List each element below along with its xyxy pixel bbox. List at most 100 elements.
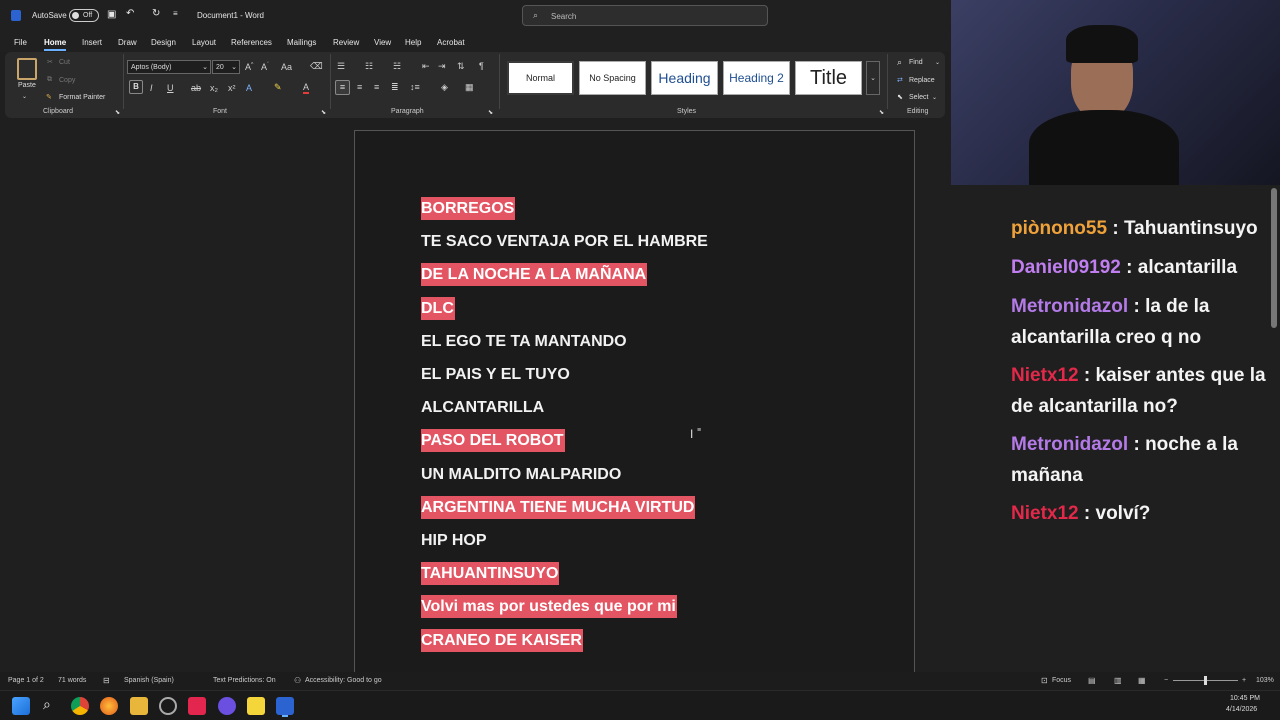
- obs-icon[interactable]: [159, 697, 177, 715]
- chat-username[interactable]: Metronidazol: [1011, 434, 1128, 455]
- clipboard-launcher-icon[interactable]: ⬊: [115, 109, 120, 116]
- tab-file[interactable]: File: [14, 38, 27, 47]
- document-line[interactable]: TE SACO VENTAJA POR EL HAMBRE: [421, 230, 708, 253]
- read-mode-icon[interactable]: ▤: [1088, 676, 1096, 685]
- document-line[interactable]: EL PAIS Y EL TUYO: [421, 363, 570, 386]
- borders-icon[interactable]: ▦: [465, 82, 474, 93]
- change-case-icon[interactable]: Aa: [281, 62, 292, 72]
- underline-button[interactable]: U: [167, 83, 174, 93]
- select-icon[interactable]: ⬉: [897, 93, 903, 101]
- document-line[interactable]: CRANEO DE KAISER: [421, 628, 583, 652]
- replace-icon[interactable]: ⇄: [897, 76, 903, 84]
- font-color-icon[interactable]: A: [303, 83, 310, 94]
- justify-icon[interactable]: ≣: [391, 82, 399, 93]
- format-painter-button[interactable]: Format Painter: [59, 94, 105, 101]
- clock-date[interactable]: 4/14/2026: [1226, 706, 1257, 713]
- document-line[interactable]: HIP HOP: [421, 529, 487, 552]
- highlight-color-icon[interactable]: ✎: [274, 82, 282, 93]
- language[interactable]: Spanish (Spain): [124, 677, 174, 684]
- undo-icon[interactable]: ↶: [126, 8, 134, 19]
- windows-start-icon[interactable]: [12, 697, 30, 715]
- firefox-icon[interactable]: [100, 697, 118, 715]
- decrease-indent-icon[interactable]: ⇤: [422, 61, 430, 72]
- customize-qat-icon[interactable]: ≡: [173, 9, 178, 18]
- tab-view[interactable]: View: [374, 38, 391, 47]
- style-heading-2[interactable]: Heading 2: [723, 61, 790, 95]
- document-line[interactable]: Volvi mas por ustedes que por mi: [421, 595, 677, 619]
- cut-button[interactable]: Cut: [59, 59, 70, 66]
- bullets-icon[interactable]: ☰: [337, 61, 345, 72]
- focus-button[interactable]: Focus: [1052, 677, 1071, 684]
- paste-button[interactable]: Paste: [18, 82, 36, 89]
- tab-draw[interactable]: Draw: [118, 38, 137, 47]
- pilcrow-icon[interactable]: ¶: [479, 61, 484, 71]
- format-painter-icon[interactable]: ✎: [46, 93, 52, 101]
- zoom-level[interactable]: 103%: [1256, 677, 1274, 684]
- numbering-icon[interactable]: ☷: [365, 61, 373, 72]
- document-line[interactable]: ARGENTINA TIENE MUCHA VIRTUD: [421, 495, 696, 519]
- italic-button[interactable]: I: [150, 83, 153, 93]
- document-line[interactable]: DE LA NOCHE A LA MAÑANA: [421, 263, 648, 287]
- document-line[interactable]: TAHUANTINSUYO: [421, 562, 560, 586]
- font-name-combo[interactable]: Aptos (Body) ⌄: [127, 60, 211, 74]
- proofing-icon[interactable]: ⊟: [103, 676, 110, 685]
- tab-acrobat[interactable]: Acrobat: [437, 38, 465, 47]
- text-effects-icon[interactable]: A: [246, 83, 252, 93]
- document-line[interactable]: UN MALDITO MALPARIDO: [421, 463, 621, 486]
- tab-help[interactable]: Help: [405, 38, 421, 47]
- chat-scrollbar[interactable]: [1271, 188, 1277, 328]
- paragraph-launcher-icon[interactable]: ⬊: [488, 109, 493, 116]
- sort-icon[interactable]: ⇅: [457, 61, 465, 72]
- tab-mailings[interactable]: Mailings: [287, 38, 316, 47]
- tab-review[interactable]: Review: [333, 38, 359, 47]
- find-icon[interactable]: ⌕: [897, 57, 902, 68]
- redo-icon[interactable]: ↻: [152, 8, 160, 19]
- find-dropdown-icon[interactable]: ⌄: [935, 59, 940, 66]
- style-heading-1[interactable]: Heading: [651, 61, 718, 95]
- increase-indent-icon[interactable]: ⇥: [438, 61, 446, 72]
- capcut-icon[interactable]: [188, 697, 206, 715]
- copy-icon[interactable]: ⧉: [47, 76, 52, 84]
- subscript-button[interactable]: x₂: [210, 83, 218, 93]
- select-dropdown-icon[interactable]: ⌄: [932, 94, 937, 101]
- style-normal[interactable]: Normal: [507, 61, 574, 95]
- chat-username[interactable]: piònono55: [1011, 218, 1107, 239]
- strikethrough-button[interactable]: ab: [191, 83, 201, 93]
- web-layout-icon[interactable]: ▦: [1138, 676, 1146, 685]
- save-icon[interactable]: ▣: [107, 9, 116, 20]
- select-button[interactable]: Select: [909, 94, 928, 101]
- align-right-icon[interactable]: ≡: [374, 82, 379, 92]
- multilevel-list-icon[interactable]: ☵: [393, 61, 401, 72]
- superscript-button[interactable]: x²: [228, 83, 236, 93]
- search-box[interactable]: ⌕ Search: [522, 5, 768, 26]
- bold-button[interactable]: B: [129, 80, 143, 94]
- clear-formatting-icon[interactable]: ⌫: [310, 61, 323, 72]
- chat-username[interactable]: Nietx12: [1011, 503, 1079, 524]
- chat-username[interactable]: Metronidazol: [1011, 296, 1128, 317]
- accessibility-icon[interactable]: ⚇: [294, 676, 301, 685]
- accessibility-status[interactable]: Accessibility: Good to go: [305, 677, 382, 684]
- autosave-toggle[interactable]: Off: [69, 9, 99, 22]
- word-count[interactable]: 71 words: [58, 677, 86, 684]
- style-no-spacing[interactable]: No Spacing: [579, 61, 646, 95]
- tab-references[interactable]: References: [231, 38, 272, 47]
- chat-username[interactable]: Daniel09192: [1011, 257, 1121, 278]
- paste-dropdown-icon[interactable]: ⌄: [22, 93, 27, 100]
- grow-font-icon[interactable]: A^: [245, 62, 253, 72]
- styles-more-button[interactable]: ⌄: [866, 61, 880, 95]
- search-icon[interactable]: ⌕: [43, 696, 51, 713]
- align-center-icon[interactable]: ≡: [357, 82, 362, 92]
- discord-icon[interactable]: [218, 697, 236, 715]
- print-layout-icon[interactable]: ▥: [1114, 676, 1122, 685]
- tab-home[interactable]: Home: [44, 38, 67, 51]
- chrome-icon[interactable]: [71, 697, 89, 715]
- document-line[interactable]: BORREGOS: [421, 197, 516, 220]
- style-title[interactable]: Title: [795, 61, 862, 95]
- file-explorer-icon[interactable]: [130, 697, 148, 715]
- page-count[interactable]: Page 1 of 2: [8, 677, 44, 684]
- document-page[interactable]: BORREGOS TE SACO VENTAJA POR EL HAMBRE DE …: [354, 130, 915, 690]
- styles-launcher-icon[interactable]: ⬊: [879, 109, 884, 116]
- paste-icon[interactable]: [17, 58, 37, 80]
- tab-insert[interactable]: Insert: [82, 38, 102, 47]
- align-left-button[interactable]: ≡: [335, 80, 350, 95]
